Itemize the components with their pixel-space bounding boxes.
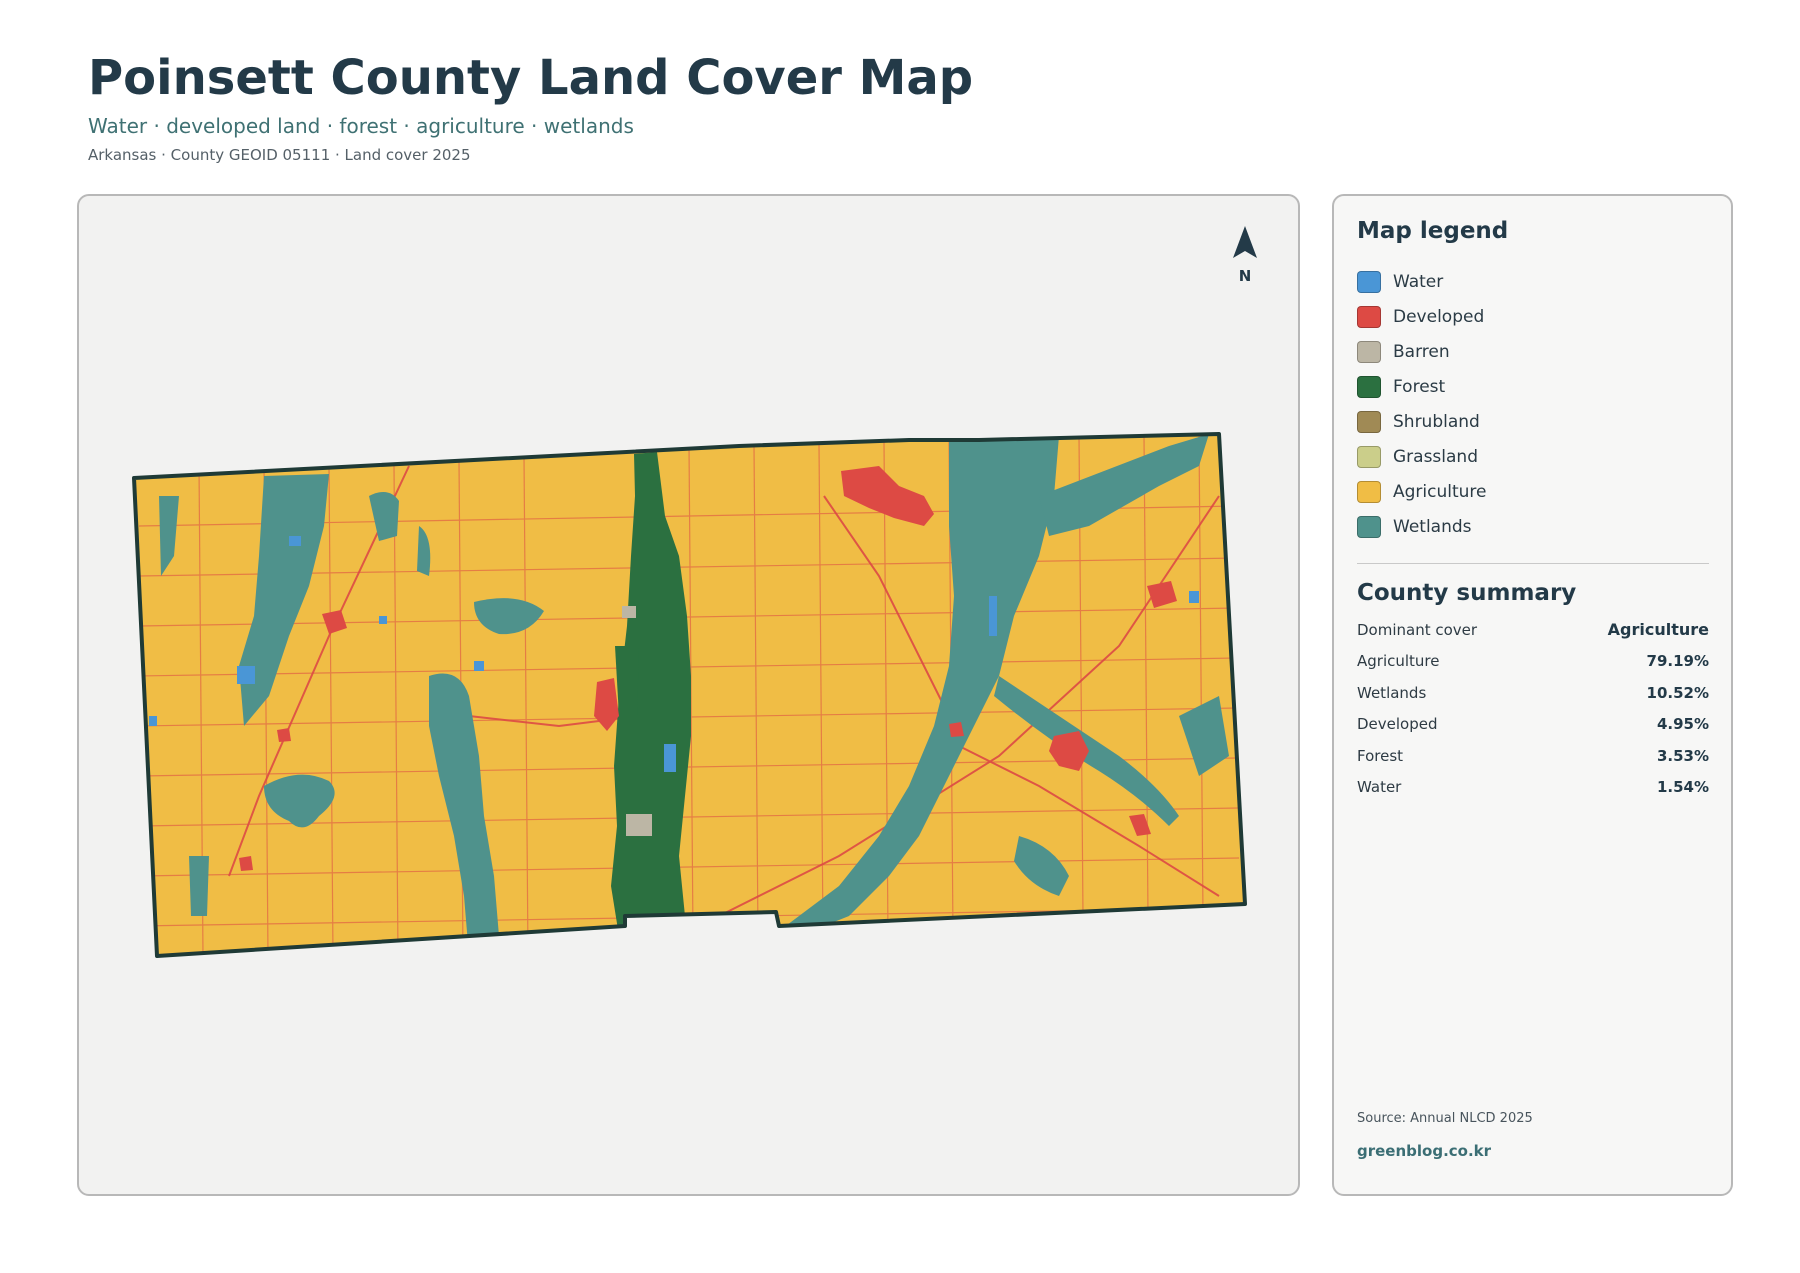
developed-swatch-icon xyxy=(1357,305,1381,328)
legend-item-forest: Forest xyxy=(1357,369,1717,404)
source-note: Source: Annual NLCD 2025 xyxy=(1357,1111,1533,1126)
legend-item-wetlands: Wetlands xyxy=(1357,509,1717,544)
county-map[interactable]: N xyxy=(79,196,1300,1196)
north-label: N xyxy=(1239,267,1252,285)
page-header: Poinsett County Land Cover Map Water · d… xyxy=(88,48,973,164)
legend-label: Agriculture xyxy=(1393,481,1487,502)
legend-list: Water Developed Barren Forest Shrubland … xyxy=(1357,264,1717,544)
page-title: Poinsett County Land Cover Map xyxy=(88,50,974,106)
agriculture-swatch-icon xyxy=(1357,480,1381,503)
summary-row: Wetlands 10.52% xyxy=(1357,677,1709,709)
forest-swatch-icon xyxy=(1357,375,1381,398)
legend-item-shrubland: Shrubland xyxy=(1357,404,1717,439)
summary-label: Wetlands xyxy=(1357,683,1427,702)
legend-label: Water xyxy=(1393,271,1444,292)
legend-panel: Map legend Water Developed Barren Forest… xyxy=(1332,194,1733,1196)
legend-label: Grassland xyxy=(1393,446,1478,467)
shrubland-swatch-icon xyxy=(1357,410,1381,433)
summary-row-dominant: Dominant cover Agriculture xyxy=(1357,614,1709,646)
summary-label: Water xyxy=(1357,778,1402,797)
legend-item-grassland: Grassland xyxy=(1357,439,1717,474)
county-summary: Dominant cover Agriculture Agriculture 7… xyxy=(1357,614,1709,803)
land-cover-layer xyxy=(134,434,1245,956)
wetlands-swatch-icon xyxy=(1357,515,1381,538)
legend-label: Developed xyxy=(1393,306,1485,327)
grassland-swatch-icon xyxy=(1357,445,1381,468)
summary-label: Developed xyxy=(1357,715,1438,734)
summary-value: Agriculture xyxy=(1607,620,1709,640)
water-swatch-icon xyxy=(1357,270,1381,293)
legend-label: Barren xyxy=(1393,341,1450,362)
legend-item-barren: Barren xyxy=(1357,334,1717,369)
legend-label: Forest xyxy=(1393,376,1446,397)
summary-label: Forest xyxy=(1357,746,1404,765)
summary-value: 79.19% xyxy=(1646,652,1709,671)
summary-row: Developed 4.95% xyxy=(1357,709,1709,741)
summary-label: Dominant cover xyxy=(1357,620,1478,639)
map-panel[interactable]: N xyxy=(77,194,1300,1196)
summary-value: 10.52% xyxy=(1646,683,1709,702)
summary-row: Water 1.54% xyxy=(1357,772,1709,804)
legend-item-water: Water xyxy=(1357,264,1717,299)
legend-item-agriculture: Agriculture xyxy=(1357,474,1717,509)
legend-item-developed: Developed xyxy=(1357,299,1717,334)
summary-value: 1.54% xyxy=(1656,778,1709,797)
legend-title: Map legend xyxy=(1357,218,1509,244)
summary-value: 4.95% xyxy=(1656,715,1709,734)
summary-row: Forest 3.53% xyxy=(1357,740,1709,772)
summary-row: Agriculture 79.19% xyxy=(1357,646,1709,678)
barren-swatch-icon xyxy=(1357,340,1381,363)
page-subtitle: Water · developed land · forest · agricu… xyxy=(88,114,634,138)
north-arrow-icon xyxy=(1233,226,1257,258)
brand-link[interactable]: greenblog.co.kr xyxy=(1357,1142,1491,1160)
summary-value: 3.53% xyxy=(1656,746,1709,765)
page-meta: Arkansas · County GEOID 05111 · Land cov… xyxy=(88,146,471,164)
summary-title: County summary xyxy=(1357,580,1577,606)
legend-divider xyxy=(1357,563,1709,564)
summary-label: Agriculture xyxy=(1357,652,1440,671)
legend-label: Shrubland xyxy=(1393,411,1480,432)
legend-label: Wetlands xyxy=(1393,516,1472,537)
